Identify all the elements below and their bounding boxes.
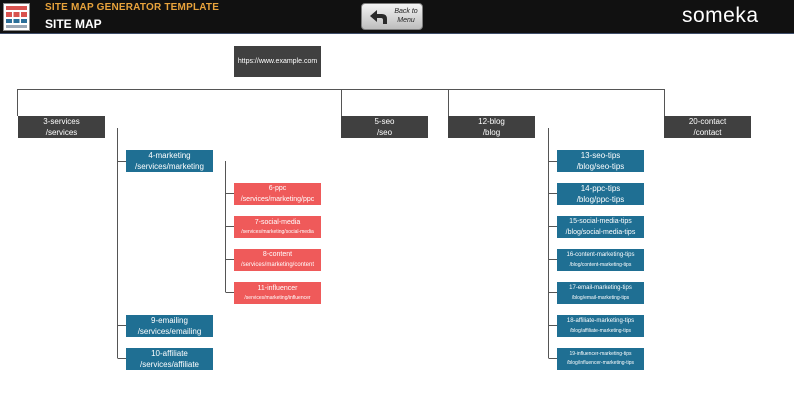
back-to-menu-button[interactable]: Back to Menu	[361, 3, 423, 30]
node-name: 5-seo	[374, 117, 395, 126]
connector-lines	[17, 89, 665, 359]
node-affiliate[interactable]: 10-affiliate /services/affiliate	[126, 348, 213, 370]
node-content-marketing-tips[interactable]: 16-content-marketing-tips /blog/content-…	[557, 249, 644, 271]
node-name: 6-ppc	[268, 185, 287, 192]
node-name: 12-blog	[478, 117, 505, 126]
node-name: 3-services	[43, 117, 80, 126]
node-path: /blog/seo-tips	[576, 162, 625, 171]
app-title: SITE MAP GENERATOR TEMPLATE	[45, 2, 220, 13]
node-name: 7-social-media	[254, 219, 301, 226]
node-path: /services/emailing	[137, 327, 202, 336]
node-name: 9-emailing	[151, 316, 188, 325]
node-name: 17-email-marketing-tips	[569, 285, 632, 291]
node-name: 13-seo-tips	[580, 151, 621, 160]
node-social-media-tips[interactable]: 15-social-media-tips /blog/social-media-…	[557, 216, 644, 238]
node-name: 16-content-marketing-tips	[566, 252, 635, 258]
sitemap-canvas: https://www.example.com 3-services /serv…	[0, 34, 794, 407]
node-ppc-tips[interactable]: 14-ppc-tips /blog/ppc-tips	[557, 183, 644, 205]
node-path: /blog/social-media-tips	[565, 229, 636, 236]
node-name: 4-marketing	[148, 151, 191, 160]
node-email-marketing-tips[interactable]: 17-email-marketing-tips /blog/email-mark…	[557, 282, 644, 304]
sitemap-root-node[interactable]: https://www.example.com	[234, 46, 321, 77]
node-emailing[interactable]: 9-emailing /services/emailing	[126, 315, 213, 337]
node-seo-tips[interactable]: 13-seo-tips /blog/seo-tips	[557, 150, 644, 172]
node-content[interactable]: 8-content /services/marketing/content	[234, 249, 321, 271]
node-name: 18-affiliate-marketing-tips	[566, 318, 635, 324]
node-name: 10-affiliate	[151, 349, 188, 358]
node-path: /services/marketing	[135, 162, 204, 171]
node-name: 14-ppc-tips	[580, 184, 621, 193]
node-services[interactable]: 3-services /services	[18, 116, 105, 138]
brand-logo: someka	[682, 4, 759, 27]
node-name: 20-contact	[688, 117, 727, 126]
node-path: /services	[45, 128, 78, 137]
node-path: /blog	[482, 128, 501, 137]
node-name: 19-influencer-marketing-tips	[569, 351, 632, 357]
node-seo[interactable]: 5-seo /seo	[341, 116, 428, 138]
node-path: /blog/affiliate-marketing-tips	[569, 328, 632, 334]
back-arrow-icon	[370, 10, 387, 24]
node-path: /services/marketing/social-media	[241, 229, 314, 235]
node-path: /blog/ppc-tips	[576, 195, 625, 204]
sitemap-logo-icon	[3, 3, 30, 31]
node-path: /services/marketing/influencer	[244, 295, 311, 301]
node-path: /services/marketing/ppc	[240, 196, 315, 203]
page-title: SITE MAP	[45, 17, 102, 31]
node-name: 8-content	[262, 251, 293, 258]
node-contact[interactable]: 20-contact /contact	[664, 116, 751, 138]
node-path: /blog/content-marketing-tips	[569, 262, 632, 268]
node-affiliate-marketing-tips[interactable]: 18-affiliate-marketing-tips /blog/affili…	[557, 315, 644, 337]
node-influencer-marketing-tips[interactable]: 19-influencer-marketing-tips /blog/influ…	[557, 348, 644, 370]
node-path: /contact	[693, 128, 722, 137]
node-path: /blog/influencer-marketing-tips	[567, 360, 634, 366]
node-name: 15-social-media-tips	[569, 218, 632, 225]
back-button-label: Back to Menu	[394, 8, 418, 24]
node-path: /seo	[376, 128, 393, 137]
node-social-media[interactable]: 7-social-media /services/marketing/socia…	[234, 216, 321, 238]
node-path: /services/marketing/content	[240, 262, 315, 268]
app-header: SITE MAP GENERATOR TEMPLATE SITE MAP Bac…	[0, 0, 794, 34]
node-blog[interactable]: 12-blog /blog	[448, 116, 535, 138]
node-path: /services/affiliate	[140, 360, 199, 369]
node-label: https://www.example.com	[237, 58, 318, 65]
node-marketing[interactable]: 4-marketing /services/marketing	[126, 150, 213, 172]
node-influencer[interactable]: 11-influencer /services/marketing/influe…	[234, 282, 321, 304]
node-ppc[interactable]: 6-ppc /services/marketing/ppc	[234, 183, 321, 205]
node-name: 11-influencer	[257, 285, 298, 292]
node-path: /blog/email-marketing-tips	[571, 295, 630, 301]
